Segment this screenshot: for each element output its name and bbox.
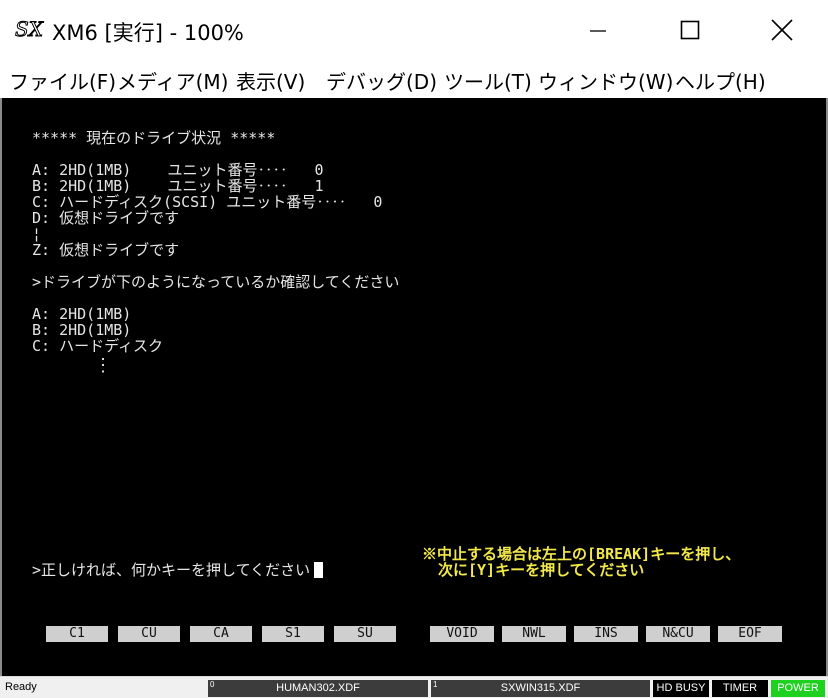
menu-window[interactable]: ウィンドウ(W) [538, 66, 673, 95]
fkey-ins[interactable]: INS [574, 626, 638, 642]
menu-debug[interactable]: デバッグ(D) [326, 66, 437, 95]
drive-0-image: HUMAN302.XDF [276, 682, 360, 694]
drive-1-image: SXWIN315.XDF [500, 682, 581, 694]
fkey-ncu[interactable]: N&CU [646, 626, 710, 642]
drive-line-b: B: 2HD(1MB) ユニット番号‥‥ 1 [32, 177, 324, 195]
fkey-c1[interactable]: C1 [46, 626, 108, 642]
drive-1-number: 1 [433, 680, 438, 689]
drive-line-z: Z: 仮想ドライブです [32, 241, 180, 259]
fkey-s1[interactable]: S1 [262, 626, 324, 642]
fkey-cu[interactable]: CU [118, 626, 180, 642]
menu-help[interactable]: ヘルプ(H) [675, 66, 766, 95]
fkey-su[interactable]: SU [334, 626, 396, 642]
drive-line-d: D: 仮想ドライブです [32, 209, 180, 227]
fkey-eof[interactable]: EOF [718, 626, 782, 642]
maximize-icon [680, 20, 700, 40]
text-cursor [314, 562, 324, 578]
confirm-prompt: >ドライブが下のようになっているか確認してください [32, 273, 400, 291]
press-key-prompt: >正しければ、何かキーを押してください [32, 561, 324, 579]
close-button[interactable] [736, 0, 828, 60]
sx-logo-icon: SX [15, 18, 44, 40]
drive-list-ellipsis: ¦ [32, 225, 42, 243]
title-bar[interactable]: SX XM6 [実行] - 100% [0, 0, 828, 60]
menu-media[interactable]: メディア(M) [117, 66, 228, 95]
fkey-nwl[interactable]: NWL [502, 626, 566, 642]
fkey-ca[interactable]: CA [190, 626, 252, 642]
maximize-button[interactable] [644, 0, 736, 60]
warning-line-2: 次に[Y]キーを押してください [438, 561, 645, 579]
menu-tools[interactable]: ツール(T) [444, 66, 532, 95]
drive-line-a: A: 2HD(1MB) ユニット番号‥‥ 0 [32, 161, 324, 179]
expected-line-c: C: ハードディスク [32, 337, 164, 355]
expected-line-a: A: 2HD(1MB) [32, 305, 132, 323]
press-key-text: >正しければ、何かキーを押してください [32, 561, 311, 579]
warning-line-1: ※中止する場合は左上の[BREAK]キーを押し、 [422, 545, 741, 563]
vertical-ellipsis: ⋮ [94, 355, 112, 376]
expected-line-b: B: 2HD(1MB) [32, 321, 132, 339]
power-indicator: POWER [771, 680, 825, 697]
menu-bar: ファイル(F) メディア(M) 表示(V) デバッグ(D) ツール(T) ウィン… [0, 60, 828, 98]
floppy-drive-0[interactable]: 0 HUMAN302.XDF [208, 680, 428, 697]
fkey-void[interactable]: VOID [430, 626, 494, 642]
status-heading: ***** 現在のドライブ状況 ***** [32, 129, 276, 147]
svg-text:SX: SX [15, 18, 44, 40]
hd-busy-indicator: HD BUSY [653, 680, 709, 697]
menu-view[interactable]: 表示(V) [236, 66, 305, 95]
status-ready: Ready [5, 681, 37, 693]
timer-indicator: TIMER [712, 680, 768, 697]
minimize-icon [590, 30, 606, 32]
drive-0-number: 0 [210, 680, 215, 689]
drive-line-c: C: ハードディスク(SCSI) ユニット番号‥‥ 0 [32, 193, 383, 211]
window-title: XM6 [実行] - 100% [52, 21, 244, 45]
minimize-button[interactable] [552, 0, 644, 60]
emulator-screen[interactable]: ***** 現在のドライブ状況 ***** A: 2HD(1MB) ユニット番号… [2, 98, 826, 676]
close-icon [771, 19, 793, 41]
menu-file[interactable]: ファイル(F) [9, 66, 116, 95]
status-bar: Ready 0 HUMAN302.XDF 1 SXWIN315.XDF HD B… [0, 676, 828, 698]
floppy-drive-1[interactable]: 1 SXWIN315.XDF [431, 680, 650, 697]
